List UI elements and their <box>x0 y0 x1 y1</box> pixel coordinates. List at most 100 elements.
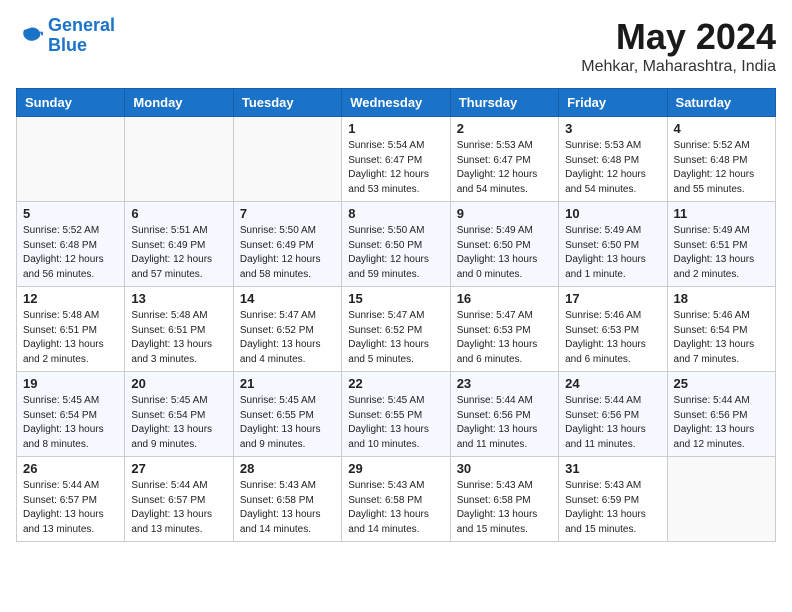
calendar-cell: 11 Sunrise: 5:49 AM Sunset: 6:51 PM Dayli… <box>667 202 775 287</box>
day-number: 5 <box>23 206 118 221</box>
calendar-cell: 14 Sunrise: 5:47 AM Sunset: 6:52 PM Dayli… <box>233 287 341 372</box>
logo-icon <box>16 24 44 48</box>
cell-info: Sunrise: 5:44 AM Sunset: 6:57 PM Dayligh… <box>23 479 118 537</box>
calendar-cell: 18 Sunrise: 5:46 AM Sunset: 6:54 PM Dayli… <box>667 287 775 372</box>
cell-info: Sunrise: 5:43 AM Sunset: 6:58 PM Dayligh… <box>240 479 335 537</box>
calendar-table: Sunday Monday Tuesday Wednesday Thursday… <box>16 88 776 542</box>
day-number: 12 <box>23 291 118 306</box>
day-number: 7 <box>240 206 335 221</box>
cell-info: Sunrise: 5:47 AM Sunset: 6:53 PM Dayligh… <box>457 309 552 367</box>
logo-text: GeneralBlue <box>48 16 115 56</box>
calendar-cell: 25 Sunrise: 5:44 AM Sunset: 6:56 PM Dayli… <box>667 372 775 457</box>
day-number: 16 <box>457 291 552 306</box>
col-thursday: Thursday <box>450 89 558 117</box>
cell-info: Sunrise: 5:51 AM Sunset: 6:49 PM Dayligh… <box>131 224 226 282</box>
cell-info: Sunrise: 5:45 AM Sunset: 6:55 PM Dayligh… <box>240 394 335 452</box>
day-number: 21 <box>240 376 335 391</box>
calendar-cell: 19 Sunrise: 5:45 AM Sunset: 6:54 PM Dayli… <box>17 372 125 457</box>
location-title: Mehkar, Maharashtra, India <box>581 58 776 76</box>
calendar-cell: 17Sunrise: 5:46 AM Sunset: 6:53 PM Dayli… <box>559 287 667 372</box>
calendar-cell: 21 Sunrise: 5:45 AM Sunset: 6:55 PM Dayli… <box>233 372 341 457</box>
day-number: 14 <box>240 291 335 306</box>
calendar-week-row: 19 Sunrise: 5:45 AM Sunset: 6:54 PM Dayli… <box>17 372 776 457</box>
calendar-week-row: 26 Sunrise: 5:44 AM Sunset: 6:57 PM Dayli… <box>17 457 776 542</box>
calendar-week-row: 5 Sunrise: 5:52 AM Sunset: 6:48 PM Daylig… <box>17 202 776 287</box>
cell-info: Sunrise: 5:52 AM Sunset: 6:48 PM Dayligh… <box>23 224 118 282</box>
day-number: 24 <box>565 376 660 391</box>
cell-info: Sunrise: 5:49 AM Sunset: 6:51 PM Dayligh… <box>674 224 769 282</box>
cell-info: Sunrise: 5:48 AM Sunset: 6:51 PM Dayligh… <box>131 309 226 367</box>
calendar-cell: 13 Sunrise: 5:48 AM Sunset: 6:51 PM Dayli… <box>125 287 233 372</box>
day-number: 8 <box>348 206 443 221</box>
cell-info: Sunrise: 5:53 AM Sunset: 6:47 PM Dayligh… <box>457 139 552 197</box>
calendar-cell: 10 Sunrise: 5:49 AM Sunset: 6:50 PM Dayli… <box>559 202 667 287</box>
calendar-cell: 2 Sunrise: 5:53 AM Sunset: 6:47 PM Daylig… <box>450 117 558 202</box>
day-number: 18 <box>674 291 769 306</box>
col-friday: Friday <box>559 89 667 117</box>
month-title: May 2024 <box>581 16 776 58</box>
calendar-cell <box>667 457 775 542</box>
calendar-cell: 12 Sunrise: 5:48 AM Sunset: 6:51 PM Dayli… <box>17 287 125 372</box>
cell-info: Sunrise: 5:44 AM Sunset: 6:56 PM Dayligh… <box>674 394 769 452</box>
cell-info: Sunrise: 5:48 AM Sunset: 6:51 PM Dayligh… <box>23 309 118 367</box>
day-number: 3 <box>565 121 660 136</box>
day-number: 9 <box>457 206 552 221</box>
calendar-week-row: 12 Sunrise: 5:48 AM Sunset: 6:51 PM Dayli… <box>17 287 776 372</box>
cell-info: Sunrise: 5:45 AM Sunset: 6:55 PM Dayligh… <box>348 394 443 452</box>
col-sunday: Sunday <box>17 89 125 117</box>
cell-info: Sunrise: 5:45 AM Sunset: 6:54 PM Dayligh… <box>23 394 118 452</box>
calendar-cell: 15Sunrise: 5:47 AM Sunset: 6:52 PM Dayli… <box>342 287 450 372</box>
logo: GeneralBlue <box>16 16 115 56</box>
day-number: 4 <box>674 121 769 136</box>
col-saturday: Saturday <box>667 89 775 117</box>
day-number: 15 <box>348 291 443 306</box>
day-number: 2 <box>457 121 552 136</box>
cell-info: Sunrise: 5:53 AM Sunset: 6:48 PM Dayligh… <box>565 139 660 197</box>
calendar-cell: 9 Sunrise: 5:49 AM Sunset: 6:50 PM Daylig… <box>450 202 558 287</box>
cell-info: Sunrise: 5:45 AM Sunset: 6:54 PM Dayligh… <box>131 394 226 452</box>
cell-info: Sunrise: 5:49 AM Sunset: 6:50 PM Dayligh… <box>565 224 660 282</box>
calendar-cell <box>233 117 341 202</box>
calendar-body: 1Sunrise: 5:54 AM Sunset: 6:47 PM Daylig… <box>17 117 776 542</box>
calendar-cell: 8 Sunrise: 5:50 AM Sunset: 6:50 PM Daylig… <box>342 202 450 287</box>
day-number: 20 <box>131 376 226 391</box>
day-number: 13 <box>131 291 226 306</box>
day-number: 1 <box>348 121 443 136</box>
cell-info: Sunrise: 5:47 AM Sunset: 6:52 PM Dayligh… <box>240 309 335 367</box>
day-number: 29 <box>348 461 443 476</box>
day-number: 23 <box>457 376 552 391</box>
calendar-header: Sunday Monday Tuesday Wednesday Thursday… <box>17 89 776 117</box>
cell-info: Sunrise: 5:43 AM Sunset: 6:58 PM Dayligh… <box>348 479 443 537</box>
col-monday: Monday <box>125 89 233 117</box>
cell-info: Sunrise: 5:44 AM Sunset: 6:57 PM Dayligh… <box>131 479 226 537</box>
col-tuesday: Tuesday <box>233 89 341 117</box>
calendar-cell <box>125 117 233 202</box>
day-number: 30 <box>457 461 552 476</box>
day-number: 17 <box>565 291 660 306</box>
title-block: May 2024 Mehkar, Maharashtra, India <box>581 16 776 76</box>
calendar-cell: 22 Sunrise: 5:45 AM Sunset: 6:55 PM Dayli… <box>342 372 450 457</box>
page-header: GeneralBlue May 2024 Mehkar, Maharashtra… <box>16 16 776 76</box>
day-number: 28 <box>240 461 335 476</box>
cell-info: Sunrise: 5:43 AM Sunset: 6:58 PM Dayligh… <box>457 479 552 537</box>
day-number: 10 <box>565 206 660 221</box>
calendar-cell: 20 Sunrise: 5:45 AM Sunset: 6:54 PM Dayli… <box>125 372 233 457</box>
cell-info: Sunrise: 5:46 AM Sunset: 6:54 PM Dayligh… <box>674 309 769 367</box>
calendar-cell: 23Sunrise: 5:44 AM Sunset: 6:56 PM Dayli… <box>450 372 558 457</box>
calendar-cell: 24Sunrise: 5:44 AM Sunset: 6:56 PM Dayli… <box>559 372 667 457</box>
day-number: 6 <box>131 206 226 221</box>
calendar-cell: 5 Sunrise: 5:52 AM Sunset: 6:48 PM Daylig… <box>17 202 125 287</box>
cell-info: Sunrise: 5:50 AM Sunset: 6:50 PM Dayligh… <box>348 224 443 282</box>
cell-info: Sunrise: 5:43 AM Sunset: 6:59 PM Dayligh… <box>565 479 660 537</box>
day-number: 22 <box>348 376 443 391</box>
day-number: 19 <box>23 376 118 391</box>
day-number: 11 <box>674 206 769 221</box>
calendar-cell: 27Sunrise: 5:44 AM Sunset: 6:57 PM Dayli… <box>125 457 233 542</box>
cell-info: Sunrise: 5:49 AM Sunset: 6:50 PM Dayligh… <box>457 224 552 282</box>
cell-info: Sunrise: 5:50 AM Sunset: 6:49 PM Dayligh… <box>240 224 335 282</box>
day-number: 26 <box>23 461 118 476</box>
calendar-cell: 28 Sunrise: 5:43 AM Sunset: 6:58 PM Dayli… <box>233 457 341 542</box>
cell-info: Sunrise: 5:52 AM Sunset: 6:48 PM Dayligh… <box>674 139 769 197</box>
calendar-week-row: 1Sunrise: 5:54 AM Sunset: 6:47 PM Daylig… <box>17 117 776 202</box>
day-number: 25 <box>674 376 769 391</box>
